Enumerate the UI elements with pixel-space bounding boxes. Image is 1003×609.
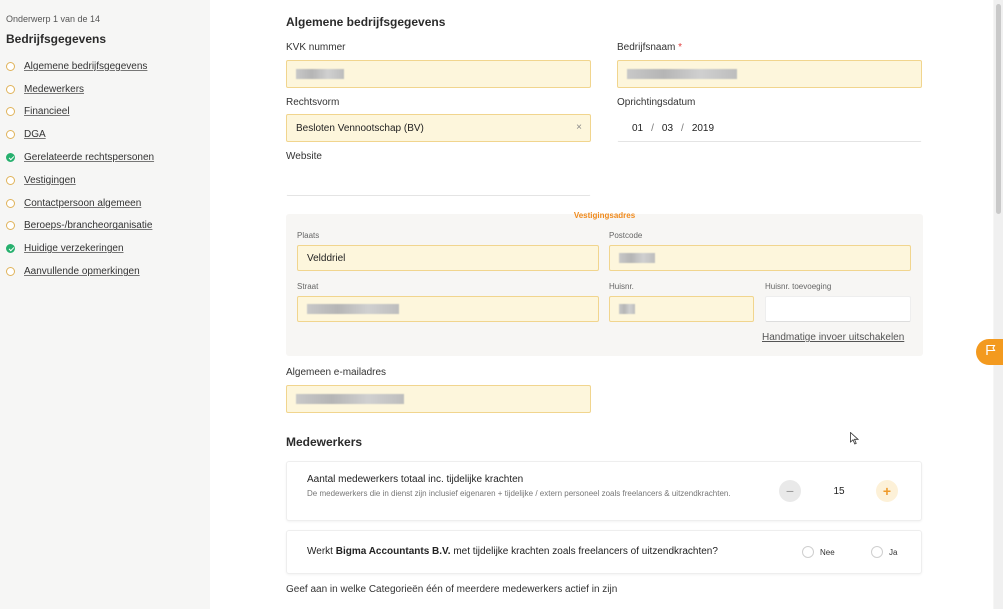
founding-date-input[interactable]: 01 / 03 / 2019 — [617, 114, 922, 142]
sidebar-item[interactable]: Contactpersoon algemeen — [6, 192, 154, 215]
sidebar: Onderwerp 1 van de 14 Bedrijfsgegevens A… — [0, 0, 210, 609]
radio-no[interactable] — [802, 546, 814, 558]
clear-icon[interactable]: × — [576, 122, 582, 133]
sidebar-item[interactable]: Beroeps-/brancheorganisatie — [6, 215, 154, 238]
topic-counter: Onderwerp 1 van de 14 — [6, 14, 101, 24]
sidebar-item-label[interactable]: Gerelateerde rechtspersonen — [24, 152, 154, 163]
sidebar-item-label[interactable]: Beroeps-/brancheorganisatie — [24, 220, 152, 231]
main-form: Algemene bedrijfsgegevens KVK nummer Bed… — [210, 0, 993, 609]
addition-input[interactable] — [765, 296, 911, 322]
empty-circle-icon — [6, 84, 15, 94]
empty-circle-icon — [6, 107, 15, 117]
sidebar-item-label[interactable]: Contactpersoon algemeen — [24, 198, 141, 209]
mouse-cursor-icon — [850, 431, 860, 450]
page-scrollbar[interactable] — [994, 0, 1003, 609]
email-input[interactable] — [286, 385, 591, 413]
addition-label: Huisnr. toevoeging — [765, 282, 832, 291]
empty-circle-icon — [6, 130, 15, 140]
city-value: Velddriel — [307, 252, 346, 264]
date-month[interactable]: 03 — [662, 123, 673, 134]
founding-date-label: Oprichtingsdatum — [617, 97, 696, 108]
house-number-label: Huisnr. — [609, 282, 634, 291]
radio-yes[interactable] — [871, 546, 883, 558]
sidebar-item[interactable]: Gerelateerde rechtspersonen — [6, 146, 154, 169]
postcode-label: Postcode — [609, 231, 643, 240]
feedback-flag-button[interactable] — [976, 339, 1003, 365]
sidebar-nav: Algemene bedrijfsgegevens Medewerkers Fina… — [6, 55, 154, 283]
required-mark: * — [678, 42, 683, 53]
sidebar-item-label[interactable]: Vestigingen — [24, 175, 76, 186]
legal-form-value: Besloten Vennootschap (BV) — [296, 122, 424, 134]
sidebar-item[interactable]: Aanvullende opmerkingen — [6, 260, 154, 283]
decrement-button[interactable]: − — [779, 480, 801, 502]
redacted-value — [619, 253, 655, 263]
postcode-input[interactable] — [609, 245, 911, 271]
sidebar-item-label[interactable]: Financieel — [24, 106, 70, 117]
empty-circle-icon — [6, 175, 15, 185]
temp-workers-card: Werkt Bigma Accountants B.V. met tijdeli… — [286, 530, 922, 574]
sidebar-title: Bedrijfsgegevens — [6, 32, 107, 46]
categories-prompt: Geef aan in welke Categorieën één of mee… — [286, 584, 618, 595]
sidebar-item[interactable]: Vestigingen — [6, 169, 154, 192]
date-year[interactable]: 2019 — [692, 123, 714, 134]
sidebar-item[interactable]: DGA — [6, 123, 154, 146]
website-label: Website — [286, 151, 322, 162]
company-name: Bigma Accountants B.V. — [335, 546, 451, 557]
kvk-label: KVK nummer — [286, 42, 346, 53]
sidebar-item[interactable]: Medewerkers — [6, 78, 154, 101]
email-label: Algemeen e-mailadres — [286, 367, 387, 378]
sidebar-item[interactable]: Huidige verzekeringen — [6, 237, 154, 260]
sidebar-item-label[interactable]: DGA — [24, 129, 46, 140]
radio-yes-label[interactable]: Ja — [889, 548, 897, 557]
kvk-input[interactable] — [286, 60, 591, 88]
check-circle-icon — [6, 153, 15, 163]
street-label: Straat — [297, 282, 319, 291]
increment-button[interactable]: + — [876, 480, 898, 502]
sidebar-item[interactable]: Algemene bedrijfsgegevens — [6, 55, 154, 78]
sidebar-item-label[interactable]: Medewerkers — [24, 84, 84, 95]
date-day[interactable]: 01 — [632, 123, 643, 134]
street-input[interactable] — [297, 296, 599, 322]
employee-count-value[interactable]: 15 — [829, 486, 849, 497]
empty-circle-icon — [6, 198, 15, 208]
city-input[interactable]: Velddriel — [297, 245, 599, 271]
employee-count-card: Aantal medewerkers totaal inc. tijdelijk… — [286, 461, 922, 521]
check-circle-icon — [6, 244, 15, 254]
flag-icon — [985, 343, 997, 361]
company-name-label: Bedrijfsnaam * — [617, 42, 683, 53]
temp-workers-question: Werkt Bigma Accountants B.V. met tijdeli… — [307, 546, 718, 557]
empty-circle-icon — [6, 267, 15, 277]
website-input[interactable] — [286, 168, 591, 196]
employee-count-help: De medewerkers die in dienst zijn inclus… — [307, 489, 731, 498]
scrollbar-thumb[interactable] — [996, 4, 1001, 214]
radio-no-label[interactable]: Nee — [820, 548, 835, 557]
sidebar-item-label[interactable]: Aanvullende opmerkingen — [24, 266, 140, 277]
sidebar-item-label[interactable]: Algemene bedrijfsgegevens — [24, 61, 147, 72]
redacted-value — [307, 304, 399, 314]
legal-form-label: Rechtsvorm — [286, 97, 340, 108]
redacted-value — [619, 304, 635, 314]
redacted-value — [296, 69, 344, 79]
section-title-employees: Medewerkers — [286, 435, 363, 449]
sidebar-item-label[interactable]: Huidige verzekeringen — [24, 243, 124, 254]
empty-circle-icon — [6, 61, 15, 71]
redacted-value — [296, 394, 404, 404]
redacted-value — [627, 69, 737, 79]
sidebar-item[interactable]: Financieel — [6, 101, 154, 124]
manual-entry-toggle-link[interactable]: Handmatige invoer uitschakelen — [762, 332, 904, 343]
date-separator: / — [681, 122, 684, 134]
date-separator: / — [651, 122, 654, 134]
section-title-general: Algemene bedrijfsgegevens — [286, 15, 446, 29]
legal-form-select[interactable]: Besloten Vennootschap (BV) × — [286, 114, 591, 142]
employee-count-question: Aantal medewerkers totaal inc. tijdelijk… — [307, 474, 524, 485]
house-number-input[interactable] — [609, 296, 754, 322]
empty-circle-icon — [6, 221, 15, 231]
company-name-input[interactable] — [617, 60, 922, 88]
address-heading: Vestigingsadres — [573, 211, 636, 220]
city-label: Plaats — [297, 231, 320, 240]
